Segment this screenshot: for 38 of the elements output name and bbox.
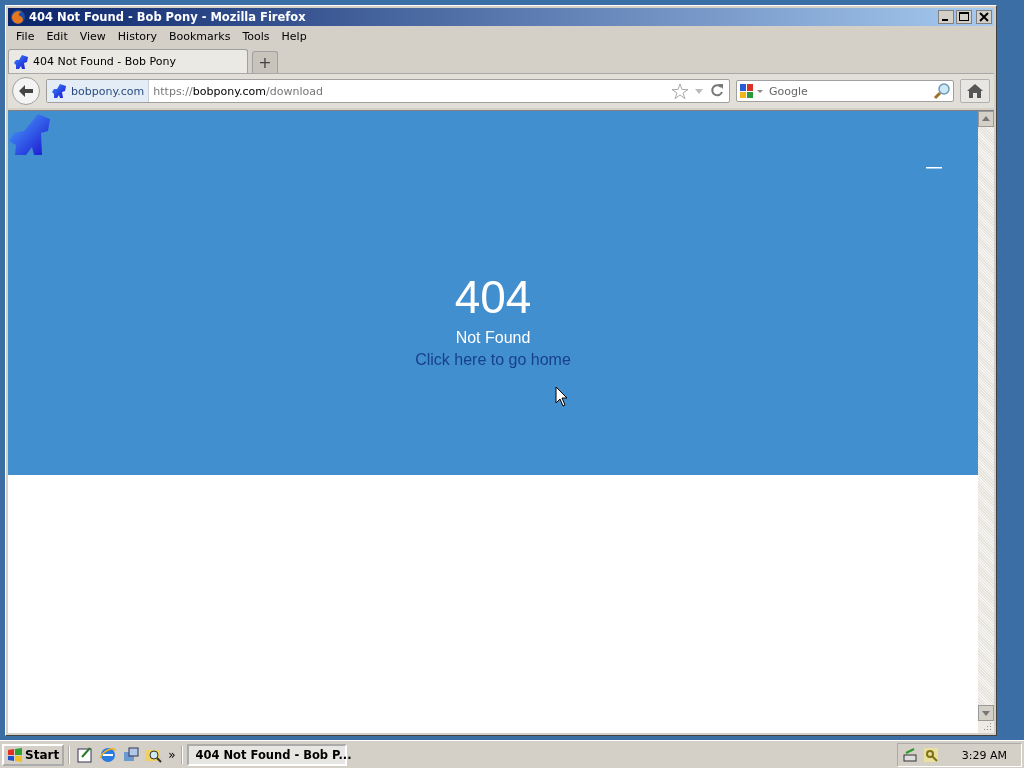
browser-tab[interactable]: 404 Not Found - Bob Pony [8,49,248,73]
search-field[interactable]: Google [736,80,954,102]
clock: 3:29 AM [961,748,1007,762]
new-tab-button[interactable]: + [252,51,278,73]
home-icon [966,83,984,99]
menu-item[interactable]: Tools [236,28,276,45]
close-icon[interactable] [976,10,992,24]
firefox-icon [10,9,26,25]
search-icon[interactable] [933,82,951,100]
maximize-icon[interactable] [956,10,972,24]
menu-item[interactable]: History [111,28,163,45]
scrollbar[interactable] [978,111,994,733]
back-arrow-icon [18,84,34,98]
more-button[interactable]: » [168,748,176,762]
menu-item[interactable]: Bookmarks [163,28,237,45]
scroll-up-icon[interactable] [978,111,994,127]
star-icon[interactable] [671,83,689,99]
browser-icon[interactable] [99,746,118,764]
menu-item[interactable]: View [73,28,112,45]
home-button[interactable] [960,79,990,103]
minimize-icon[interactable] [938,10,954,24]
notepad-icon[interactable] [76,746,95,764]
site-identity[interactable]: bobpony.com [47,80,150,102]
reload-icon[interactable] [709,83,725,99]
back-button[interactable] [12,77,40,105]
windows-flag-icon [7,748,23,762]
window-title: 404 Not Found - Bob Pony - Mozilla Firefox [29,10,307,24]
start-button[interactable]: Start [2,744,65,766]
search-input[interactable]: Google [767,83,933,99]
address-field[interactable]: bobpony.com https://bobpony.com/download [46,79,730,103]
menu-item[interactable]: Help [275,28,313,45]
cursor-icon [555,386,569,408]
scroll-down-icon[interactable] [978,705,994,721]
url-text: https://bobpony.com/download [153,84,323,98]
error-code: 404 [454,271,532,323]
menu-item[interactable]: Edit [40,28,74,45]
menu-item[interactable]: File [10,28,41,45]
error-message: Not Found [455,329,531,347]
